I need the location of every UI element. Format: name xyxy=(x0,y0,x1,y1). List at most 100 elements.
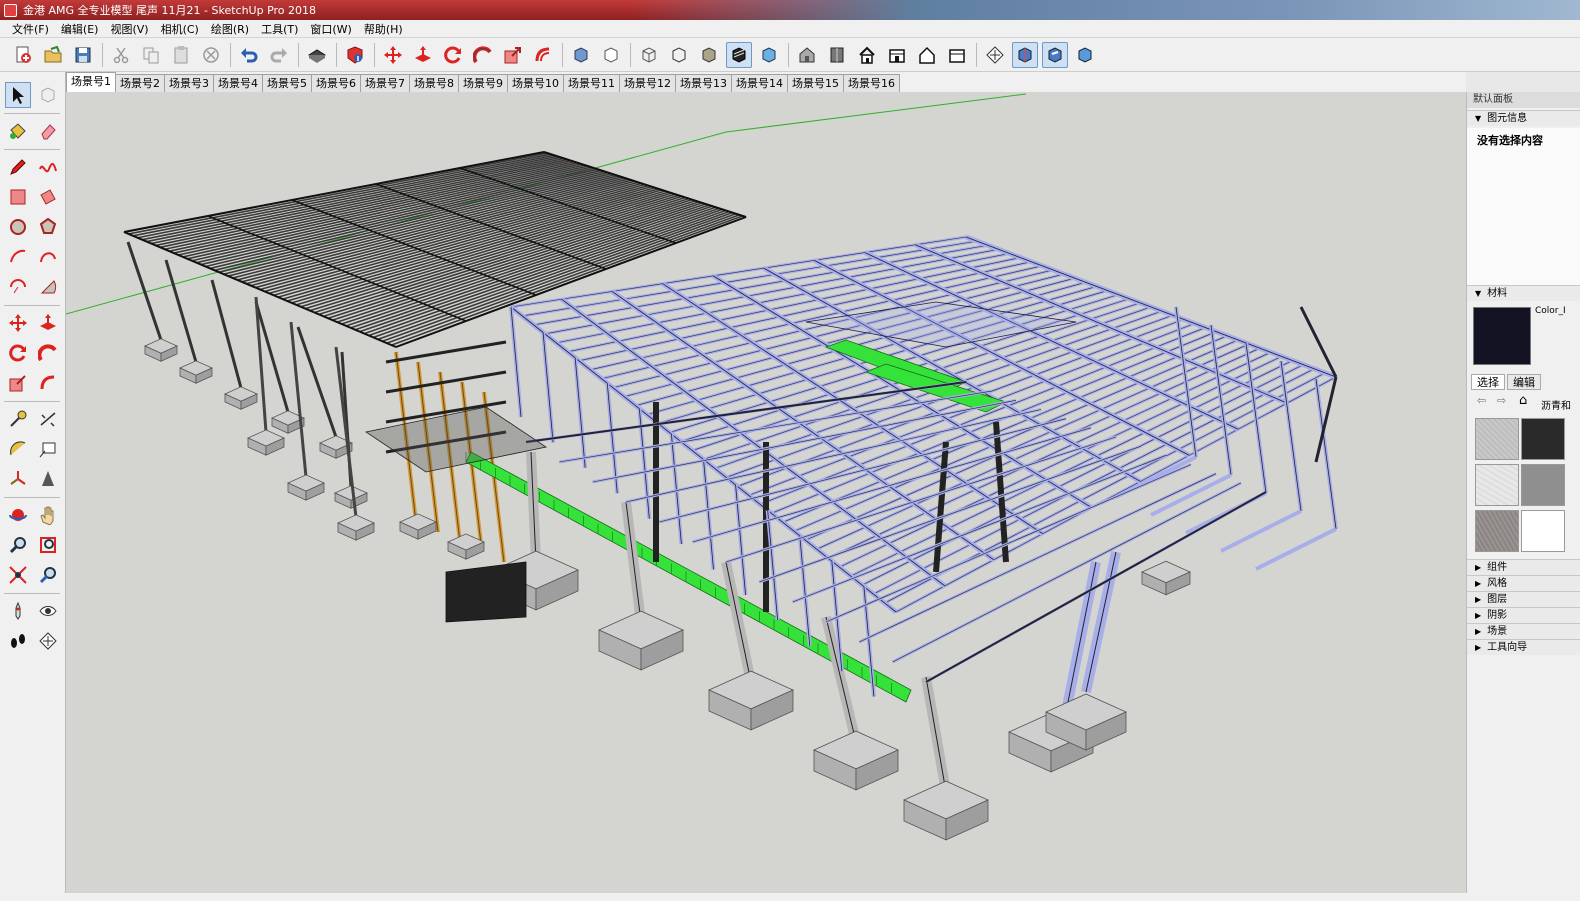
display-section-planes-button[interactable] xyxy=(1012,41,1038,68)
scene-tab-11[interactable]: 场景号11 xyxy=(563,74,620,92)
material-collection-dropdown[interactable]: 沥青和 xyxy=(1541,397,1571,412)
zoom-window-tool-button[interactable] xyxy=(35,532,61,558)
line-tool-button[interactable] xyxy=(5,154,31,180)
view-iso-house-button[interactable] xyxy=(794,42,820,68)
style-wireframe-button[interactable] xyxy=(666,42,692,68)
select-tool-button[interactable] xyxy=(5,82,31,108)
scene-tab-8[interactable]: 场景号8 xyxy=(409,74,459,92)
current-material-name[interactable]: Color_I xyxy=(1535,306,1566,316)
3d-text-tool-button[interactable] xyxy=(35,466,61,492)
scene-tab-9[interactable]: 场景号9 xyxy=(458,74,508,92)
push-pull-tool-button[interactable] xyxy=(35,310,61,336)
home-icon[interactable]: ⌂ xyxy=(1519,393,1527,408)
tray-section-styles[interactable]: ▶ 风格 xyxy=(1467,575,1580,591)
make-component-tool-button[interactable] xyxy=(35,82,61,108)
tray-section-instructor[interactable]: ▶ 工具向导 xyxy=(1467,639,1580,655)
view-top-button[interactable] xyxy=(598,42,624,68)
scene-tab-5[interactable]: 场景号5 xyxy=(262,74,312,92)
menu-view[interactable]: 视图(V) xyxy=(104,21,154,37)
dimension-tool-button[interactable] xyxy=(35,406,61,432)
erase-button[interactable] xyxy=(198,42,224,68)
current-material-swatch[interactable] xyxy=(1473,307,1531,365)
open-file-button[interactable] xyxy=(40,42,66,68)
orbit-tool-button[interactable] xyxy=(5,502,31,528)
scene-tab-10[interactable]: 场景号10 xyxy=(507,74,564,92)
rectangle-tool-button[interactable] xyxy=(5,184,31,210)
scene-tab-4[interactable]: 场景号4 xyxy=(213,74,263,92)
copy-button[interactable] xyxy=(138,42,164,68)
view-back-button[interactable] xyxy=(914,42,940,68)
protractor-tool-button[interactable] xyxy=(5,436,31,462)
materials-header[interactable]: ▼ 材料 xyxy=(1467,285,1580,301)
arc-tool-button[interactable] xyxy=(5,244,31,270)
follow-me-tool-button[interactable] xyxy=(35,340,61,366)
scene-tab-1[interactable]: 场景号1 xyxy=(66,72,116,92)
tray-section-layers[interactable]: ▶ 图层 xyxy=(1467,591,1580,607)
menu-edit[interactable]: 编辑(E) xyxy=(55,21,105,37)
zoom-tool-button[interactable] xyxy=(5,532,31,558)
view-front-button[interactable] xyxy=(854,42,880,68)
tray-section-shadows[interactable]: ▶ 阴影 xyxy=(1467,607,1580,623)
material-thumb[interactable] xyxy=(1475,464,1519,506)
view-right-button[interactable] xyxy=(884,42,910,68)
scene-tab-14[interactable]: 场景号14 xyxy=(731,74,788,92)
material-thumb[interactable] xyxy=(1475,418,1519,460)
cut-button[interactable] xyxy=(108,42,134,68)
walk-tool-button[interactable] xyxy=(5,628,31,654)
tray-section-components[interactable]: ▶ 组件 xyxy=(1467,559,1580,575)
three-point-arc-tool-button[interactable] xyxy=(5,274,31,300)
scene-tab-2[interactable]: 场景号2 xyxy=(115,74,165,92)
style-textured-button[interactable] xyxy=(756,42,782,68)
rotate-tool-button[interactable] xyxy=(5,340,31,366)
offset-tool-button[interactable] xyxy=(35,370,61,396)
text-tool-button[interactable] xyxy=(35,436,61,462)
follow-me-button[interactable] xyxy=(470,42,496,68)
style-xray-button[interactable] xyxy=(636,42,662,68)
model-viewport[interactable] xyxy=(66,92,1466,893)
scene-tab-16[interactable]: 场景号16 xyxy=(843,74,900,92)
scale-tool-button[interactable] xyxy=(500,42,526,68)
pie-tool-button[interactable] xyxy=(35,274,61,300)
push-pull-button[interactable] xyxy=(410,42,436,68)
menu-file[interactable]: 文件(F) xyxy=(6,21,55,37)
undo-button[interactable] xyxy=(236,42,262,68)
menu-window[interactable]: 窗口(W) xyxy=(304,21,357,37)
scene-tab-6[interactable]: 场景号6 xyxy=(311,74,361,92)
style-monochrome-button[interactable] xyxy=(726,41,752,68)
display-section-cuts-button[interactable] xyxy=(1042,41,1068,68)
menu-help[interactable]: 帮助(H) xyxy=(358,21,409,37)
scene-tab-15[interactable]: 场景号15 xyxy=(787,74,844,92)
style-shaded-button[interactable] xyxy=(696,42,722,68)
view-left-button[interactable] xyxy=(944,42,970,68)
tray-section-scenes[interactable]: ▶ 场景 xyxy=(1467,623,1580,639)
axes-tool-button[interactable] xyxy=(5,466,31,492)
rotate-tool-button[interactable] xyxy=(440,42,466,68)
material-thumb[interactable] xyxy=(1521,418,1565,460)
menu-draw[interactable]: 绘图(R) xyxy=(205,21,255,37)
back-arrow-icon[interactable]: ⇦ xyxy=(1477,394,1486,407)
forward-arrow-icon[interactable]: ⇨ xyxy=(1497,394,1506,407)
model-info-button[interactable] xyxy=(342,42,368,68)
print-button[interactable] xyxy=(304,42,330,68)
rotated-rect-tool-button[interactable] xyxy=(35,184,61,210)
offset-tool-button[interactable] xyxy=(530,42,556,68)
redo-button[interactable] xyxy=(266,42,292,68)
scene-tab-7[interactable]: 场景号7 xyxy=(360,74,410,92)
move-tool-button[interactable] xyxy=(5,310,31,336)
two-point-arc-tool-button[interactable] xyxy=(35,244,61,270)
look-around-tool-button[interactable] xyxy=(35,598,61,624)
new-file-button[interactable] xyxy=(10,42,36,68)
material-thumb[interactable] xyxy=(1521,464,1565,506)
eraser-tool-button[interactable] xyxy=(35,118,61,144)
move-tool-button[interactable] xyxy=(380,42,406,68)
zoom-extents-tool-button[interactable] xyxy=(5,562,31,588)
paste-button[interactable] xyxy=(168,42,194,68)
view-iso-button[interactable] xyxy=(568,42,594,68)
position-camera-tool-button[interactable] xyxy=(5,598,31,624)
scene-tab-13[interactable]: 场景号13 xyxy=(675,74,732,92)
previous-view-tool-button[interactable] xyxy=(35,562,61,588)
tape-measure-tool-button[interactable] xyxy=(5,406,31,432)
circle-tool-button[interactable] xyxy=(5,214,31,240)
scale-tool-button[interactable] xyxy=(5,370,31,396)
section-plane-tool-button[interactable] xyxy=(35,628,61,654)
